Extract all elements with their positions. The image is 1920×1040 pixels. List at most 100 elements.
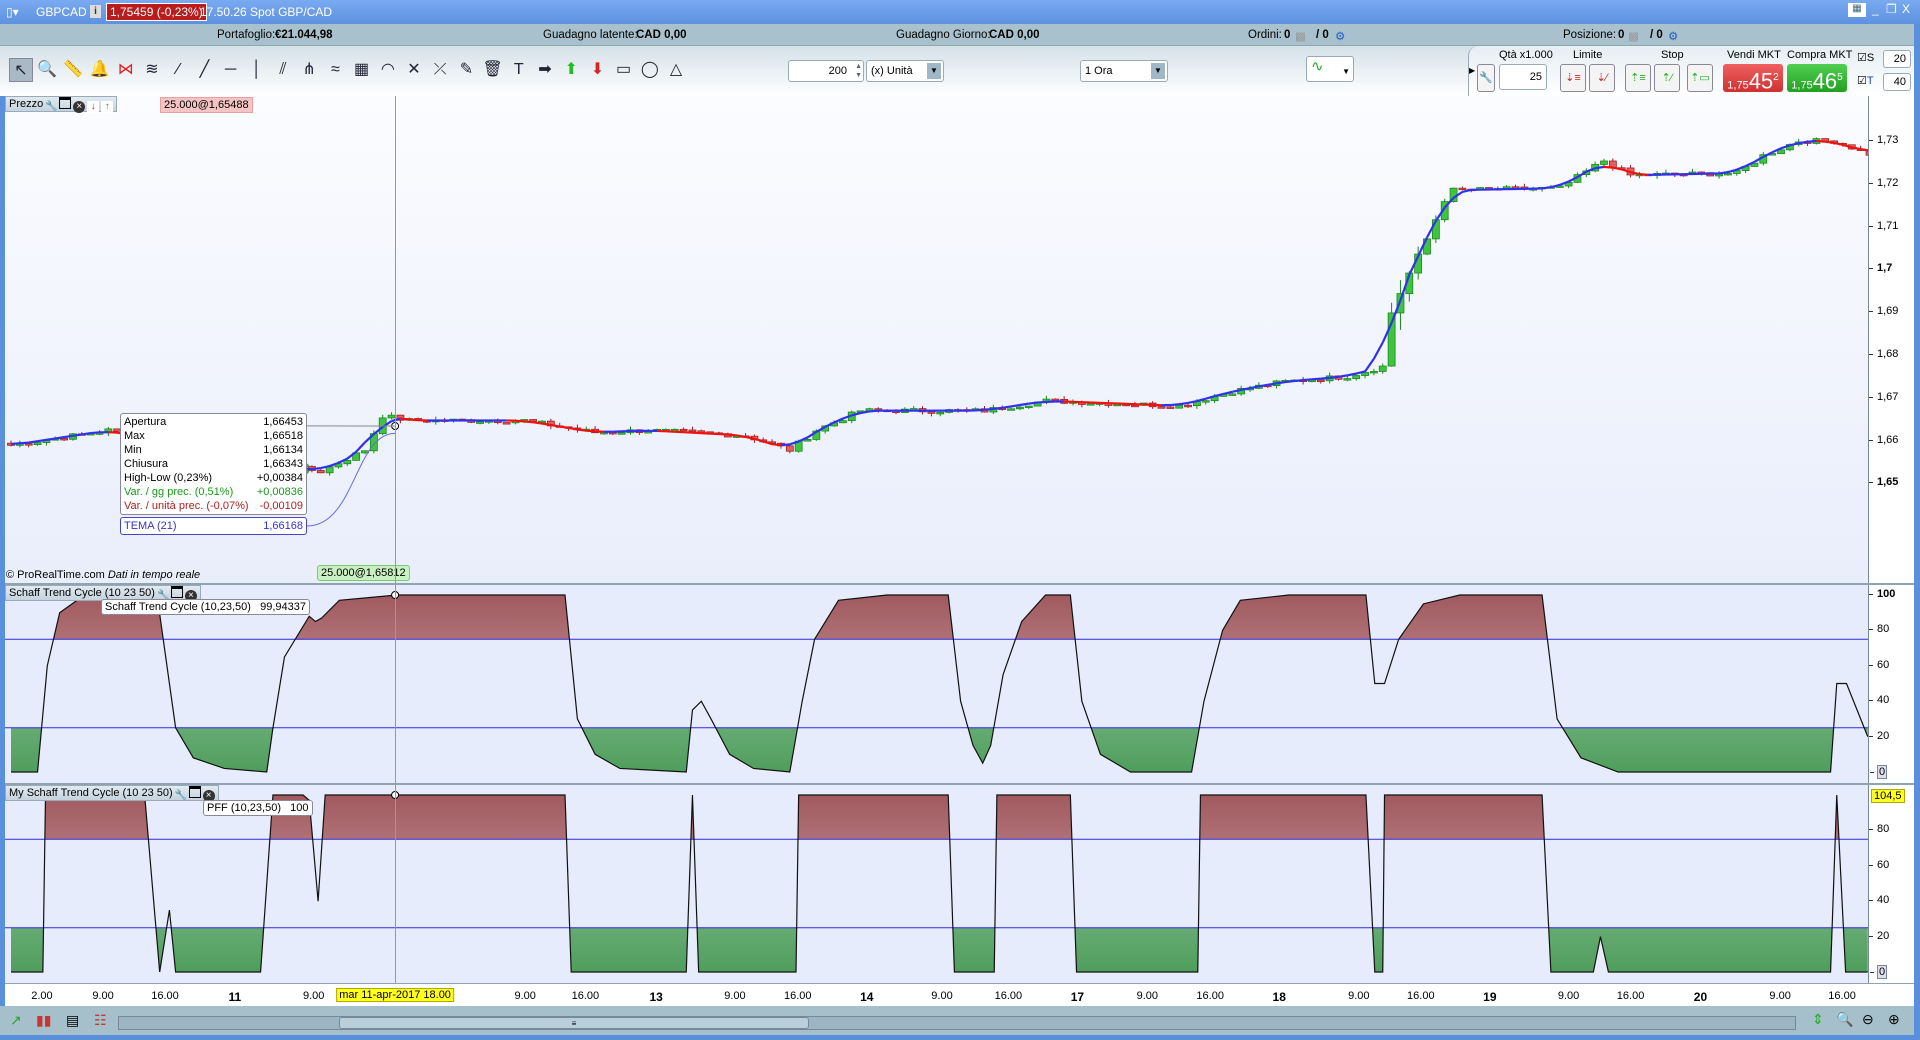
quantity-value: 200	[828, 65, 847, 77]
order-label-top[interactable]: 25.000@1,65488	[160, 97, 253, 113]
time-axis[interactable]: 2.00 9.00 16.00 11 9.00 9.00 16.00 13 9.00 16.00 1…	[5, 983, 1914, 1006]
indicator-tick-label: 0	[1869, 965, 1888, 979]
position-clear-icon[interactable]: ▩	[1628, 29, 1639, 43]
qty-input[interactable]: 25	[1499, 64, 1547, 90]
ohlc-tooltip: Apertura 1,66453 Max 1,66518 Min 1,66134 Chius…	[120, 413, 307, 515]
chart-area[interactable]: ✖ 1,651,661,671,681,691,71,711,721,73 Pr…	[5, 96, 1914, 983]
text-tool-icon[interactable]: T	[507, 58, 531, 82]
stc-pane[interactable]: 0 20 40 60 80 100 Schaff Trend Cycle (10 23 5…	[5, 585, 1914, 785]
wrench-icon[interactable]: 🔧	[175, 790, 187, 802]
rectangle-tool-icon[interactable]: ▭	[612, 58, 636, 82]
arrow-up-tool-icon[interactable]: ⬆	[559, 58, 583, 82]
fibonacci-tool-icon[interactable]: ⋈	[114, 58, 138, 82]
segment-tool-icon[interactable]: ⁄	[166, 58, 190, 82]
horizontal-line-tool-icon[interactable]: ─	[219, 58, 243, 82]
candle-body	[785, 445, 794, 452]
arrow-down-tool-icon[interactable]: ⬇	[585, 58, 609, 82]
zoom-out-icon[interactable]: ⊖	[1862, 1011, 1874, 1028]
info-icon[interactable]: i	[90, 5, 101, 18]
trash-tool-icon[interactable]: 🗑	[481, 58, 505, 82]
price-pane[interactable]: ✖ 1,651,661,671,681,691,71,711,721,73 Pr…	[5, 96, 1914, 585]
tema-line-segment	[984, 407, 994, 411]
zoom-in-icon[interactable]: ⊕	[1888, 1011, 1900, 1028]
buy-order-icon[interactable]: ↑	[101, 101, 114, 113]
candle-body	[1131, 404, 1139, 408]
cross-line-tool-icon[interactable]: ⤫	[428, 58, 452, 82]
restore-button[interactable]: ❐	[1886, 2, 1897, 16]
gann-tool-icon[interactable]: ▦	[350, 58, 374, 82]
indicators-button[interactable]: ∿ ▼	[1306, 56, 1354, 82]
ohlc-label: Var. / gg prec. (0,51%)	[124, 486, 234, 498]
tema-line-segment	[736, 434, 746, 439]
keyboard-icon[interactable]: ▦	[1848, 3, 1866, 17]
stc-axis[interactable]: 0 20 40 60 80 100	[1868, 585, 1914, 783]
ellipse-tool-icon[interactable]: ◯	[638, 58, 662, 82]
regression-tool-icon[interactable]: ≈	[323, 58, 347, 82]
notes-icon[interactable]: ▤	[66, 1012, 79, 1029]
sell-market-button[interactable]: 1,75452	[1723, 64, 1783, 93]
orders-clear-icon[interactable]: ▩	[1295, 29, 1306, 43]
arrow-right-tool-icon[interactable]: ➡	[533, 58, 557, 82]
limit-sell-edit-button[interactable]: ⇣⁄	[1589, 64, 1615, 92]
pointer-tool-icon[interactable]: ↖	[9, 58, 33, 82]
wrench-icon[interactable]: 🔧	[45, 101, 57, 113]
scrollbar-thumb[interactable]: ≡	[339, 1017, 809, 1029]
stop-order-button[interactable]: ⇡▭	[1687, 64, 1713, 92]
indicator-tick-label: 100	[1868, 588, 1896, 600]
tema-line-segment	[1267, 382, 1277, 386]
pitchfork-tool-icon[interactable]: ⋔	[297, 58, 321, 82]
pff-pane[interactable]: 0 20 40 60 80 My Schaff Trend Cycle (10 23 5…	[5, 785, 1914, 983]
orders-gear-icon[interactable]: ⚙	[1335, 29, 1345, 43]
minimize-button[interactable]: _	[1872, 2, 1879, 16]
s-value: 20	[1893, 53, 1906, 65]
ruler-tool-icon[interactable]: 📏	[61, 58, 85, 82]
pff-axis[interactable]: 0 20 40 60 80	[1868, 785, 1914, 983]
s-input[interactable]: 20	[1883, 50, 1911, 68]
timeframe-select[interactable]: 1 Ora ▼	[1080, 60, 1168, 82]
quantity-stepper[interactable]: ▲ ▼	[855, 62, 862, 80]
collapse-arrow-icon[interactable]: ▶	[1469, 66, 1475, 75]
order-book-icon[interactable]: ☷	[94, 1012, 107, 1029]
tools-settings-tool-icon[interactable]: ✎	[454, 58, 478, 82]
close-button[interactable]: X	[1902, 2, 1910, 16]
pff-tooltip-value: 100	[290, 802, 309, 814]
latent-gain-value: CAD 0,00	[636, 29, 687, 41]
maximize-icon[interactable]	[59, 97, 72, 109]
candlestick-icon[interactable]: ▯▾	[6, 5, 19, 19]
zoom-tool-icon[interactable]: 🔍	[35, 58, 59, 82]
symbol-name[interactable]: GBPCAD	[36, 5, 87, 19]
unit-select[interactable]: (x) Unità ▼	[866, 60, 944, 82]
chart-style-icon[interactable]: ↗	[10, 1012, 22, 1029]
stop-buy-edit-button[interactable]: ⇡⁄	[1654, 64, 1680, 92]
autoscale-icon[interactable]: ⇕	[1812, 1011, 1824, 1028]
channel-tool-icon[interactable]: ⫽	[271, 58, 295, 82]
maximize-icon[interactable]	[170, 586, 183, 598]
candle-body	[387, 414, 396, 419]
close-icon[interactable]: ×	[73, 101, 86, 113]
maximize-icon[interactable]	[188, 786, 201, 798]
t-checkbox[interactable]: ☑T	[1857, 74, 1874, 87]
triangle-tool-icon[interactable]: △	[664, 58, 688, 82]
zoom-fit-icon[interactable]: 🔍	[1836, 1011, 1853, 1028]
pff-pane-header: My Schaff Trend Cycle (10 23 50) 🔧 ×	[5, 785, 219, 802]
trendline-pt-tool-icon[interactable]: ✕	[402, 58, 426, 82]
candle-type-icon[interactable]: ▮▮	[36, 1012, 51, 1029]
buy-market-button[interactable]: 1,75465	[1787, 64, 1847, 93]
tema-line-segment	[1037, 400, 1047, 404]
quantity-input[interactable]: 200 ▲ ▼	[788, 60, 864, 82]
limit-sell-button[interactable]: ⇣≡	[1560, 64, 1586, 92]
vertical-line-tool-icon[interactable]: │	[245, 58, 269, 82]
price-axis[interactable]: 1,65 1,66 1,67 1,68 1,69 1,7 1,71 1,72 1,73	[1868, 96, 1914, 583]
stc-tooltip: Schaff Trend Cycle (10,23,50) 99,94337	[101, 599, 310, 615]
s-checkbox[interactable]: ☑S	[1857, 51, 1874, 64]
arc-tool-icon[interactable]: ◠	[376, 58, 400, 82]
stop-buy-button[interactable]: ⇡≡	[1625, 64, 1651, 92]
position-gear-icon[interactable]: ⚙	[1668, 29, 1678, 43]
wrench-icon[interactable]: 🔧	[1477, 64, 1495, 92]
sell-order-icon[interactable]: ↓	[87, 101, 100, 113]
horizontal-scrollbar[interactable]: ≡	[118, 1016, 1796, 1030]
alert-tool-icon[interactable]: 🔔	[88, 58, 112, 82]
t-input[interactable]: 40	[1883, 73, 1911, 91]
line-tool-icon[interactable]: ╱	[192, 58, 216, 82]
fib-fan-tool-icon[interactable]: ≋	[140, 58, 164, 82]
